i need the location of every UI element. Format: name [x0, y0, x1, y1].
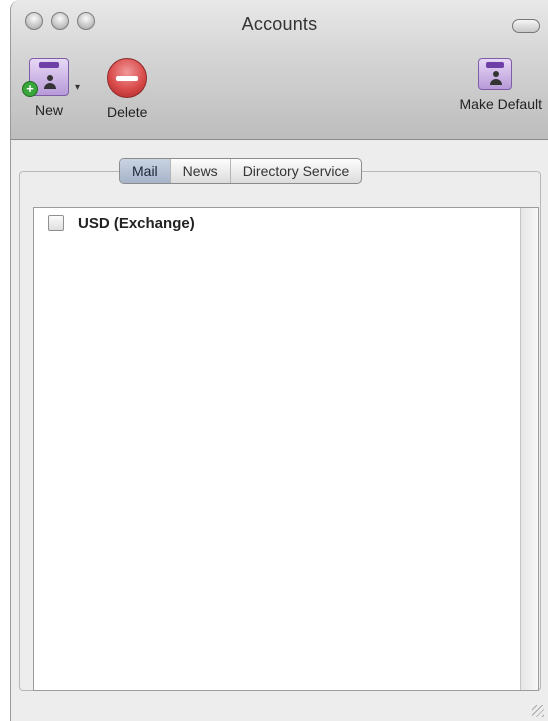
accounts-content: Mail News Directory Service USD (Exchang… [11, 141, 548, 721]
make-default-icon [478, 58, 512, 90]
accounts-window: Accounts + ▾ New Delete Make Default Mai… [10, 0, 548, 721]
account-checkbox[interactable] [48, 215, 64, 231]
delete-button-label: Delete [107, 104, 148, 120]
tab-mail[interactable]: Mail [120, 159, 171, 183]
new-account-icon: + ▾ [22, 58, 80, 97]
delete-button[interactable]: Delete [107, 58, 147, 120]
make-default-button[interactable]: Make Default [460, 58, 542, 112]
list-item[interactable]: USD (Exchange) [34, 208, 520, 238]
chevron-down-icon[interactable]: ▾ [75, 82, 80, 93]
vertical-scrollbar[interactable] [520, 208, 538, 690]
resize-grip[interactable] [532, 705, 544, 717]
make-default-button-label: Make Default [459, 96, 542, 112]
accounts-list: USD (Exchange) [34, 208, 520, 690]
account-type-tabs: Mail News Directory Service [119, 158, 363, 184]
account-label: USD (Exchange) [78, 214, 195, 232]
toolbar: Accounts + ▾ New Delete Make Default [11, 0, 548, 140]
toolbar-toggle-button[interactable] [512, 19, 540, 33]
tab-news[interactable]: News [171, 159, 231, 183]
new-button-label: New [34, 102, 63, 118]
window-title: Accounts [241, 14, 318, 34]
delete-icon [107, 58, 148, 98]
accounts-list-frame: USD (Exchange) [33, 207, 539, 691]
tab-directory-service[interactable]: Directory Service [231, 159, 362, 183]
new-button[interactable]: + ▾ New [22, 58, 80, 118]
